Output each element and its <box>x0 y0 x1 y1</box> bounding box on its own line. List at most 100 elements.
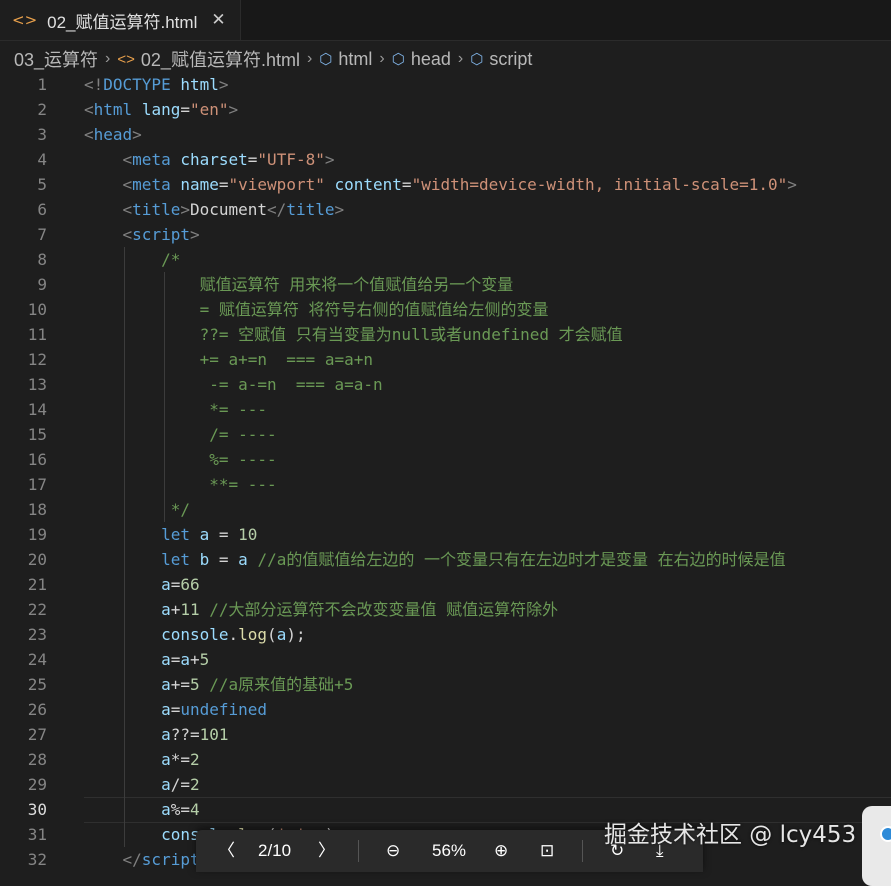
line-number: 16 <box>27 450 47 469</box>
line-content: a=66 <box>161 575 200 594</box>
chevron-right-icon: › <box>379 50 385 67</box>
breadcrumb: 03_运算符 › <> 02_赋值运算符.html › ⬡ html › ⬡ h… <box>0 44 891 74</box>
line-content: a/=2 <box>161 775 200 794</box>
line-content: -= a-=n === a=a-n <box>84 375 383 394</box>
line-number: 21 <box>27 575 47 594</box>
line-content: a+11 //大部分运算符不会改变变量值 赋值运算符除外 <box>161 600 559 619</box>
editor-tab[interactable]: <> 02_赋值运算符.html ✕ <box>0 0 241 40</box>
line-number: 31 <box>27 825 47 844</box>
chevron-right-icon[interactable]: 〉 <box>318 830 335 872</box>
line-number: 18 <box>27 500 47 519</box>
code-line[interactable]: 9 赋值运算符 用来将一个值赋值给另一个变量 <box>0 272 891 297</box>
line-number: 15 <box>27 425 47 444</box>
breadcrumb-item-html[interactable]: html <box>338 49 372 70</box>
line-content: a%=4 <box>161 800 200 819</box>
chevron-left-icon[interactable]: 〈 <box>218 830 235 872</box>
code-line[interactable]: 15 /= ---- <box>0 422 891 447</box>
code-line[interactable]: 21 a=66 <box>0 572 891 597</box>
code-line[interactable]: 24 a=a+5 <box>0 647 891 672</box>
line-content: += a+=n === a=a+n <box>84 350 373 369</box>
code-line[interactable]: 18 */ <box>0 497 891 522</box>
line-content: <head> <box>84 125 142 144</box>
line-number: 24 <box>27 650 47 669</box>
line-number: 6 <box>37 200 47 219</box>
code-line[interactable]: 10 = 赋值运算符 将符号右侧的值赋值给左侧的变量 <box>0 297 891 322</box>
line-content: a=a+5 <box>161 650 210 669</box>
line-number: 1 <box>37 75 47 94</box>
line-content: *= --- <box>84 400 268 419</box>
code-line[interactable]: 11 ??= 空赋值 只有当变量为null或者undefined 才会赋值 <box>0 322 891 347</box>
line-number: 29 <box>27 775 47 794</box>
indent-guide <box>164 272 165 522</box>
code-line[interactable]: 19 let a = 10 <box>0 522 891 547</box>
code-line[interactable]: 16 %= ---- <box>0 447 891 472</box>
line-number: 2 <box>37 100 47 119</box>
breadcrumb-item-head[interactable]: head <box>411 49 451 70</box>
code-line[interactable]: 2 <html lang="en"> <box>0 97 891 122</box>
page-indicator: 2/10 <box>258 841 292 860</box>
code-line[interactable]: 3 <head> <box>0 122 891 147</box>
code-line[interactable]: 1 <!DOCTYPE html> <box>0 72 891 97</box>
line-number: 14 <box>27 400 47 419</box>
code-line[interactable]: 5 <meta name="viewport" content="width=d… <box>0 172 891 197</box>
chevron-right-icon: › <box>457 50 464 67</box>
line-number: 13 <box>27 375 47 394</box>
tab-filename: 02_赋值运算符.html <box>47 12 198 32</box>
code-line[interactable]: 29 a/=2 <box>0 772 891 797</box>
breadcrumb-item-script[interactable]: script <box>489 49 532 70</box>
breadcrumb-item-folder[interactable]: 03_运算符 <box>14 46 98 72</box>
line-content: <meta charset="UTF-8"> <box>122 150 335 169</box>
code-line[interactable]: 13 -= a-=n === a=a-n <box>0 372 891 397</box>
cube-icon: ⬡ <box>319 51 333 68</box>
chevron-right-icon: › <box>105 50 111 67</box>
code-line[interactable]: 22 a+11 //大部分运算符不会改变变量值 赋值运算符除外 <box>0 597 891 622</box>
line-number: 11 <box>27 325 47 344</box>
code-line[interactable]: 4 <meta charset="UTF-8"> <box>0 147 891 172</box>
line-number: 25 <box>27 675 47 694</box>
code-line[interactable]: 25 a+=5 //a原来值的基础+5 <box>0 672 891 697</box>
code-line[interactable]: 28 a*=2 <box>0 747 891 772</box>
toolbar-divider <box>358 840 359 862</box>
code-line[interactable]: 14 *= --- <box>0 397 891 422</box>
line-number: 27 <box>27 725 47 744</box>
line-number: 7 <box>37 225 47 244</box>
line-number: 32 <box>27 850 47 869</box>
line-content: a=undefined <box>161 700 268 719</box>
line-content: 赋值运算符 用来将一个值赋值给另一个变量 <box>84 275 514 294</box>
line-number: 9 <box>37 275 47 294</box>
code-line[interactable]: 8 /* <box>0 247 891 272</box>
fit-page-icon[interactable]: ⊡ <box>540 830 554 872</box>
line-number: 28 <box>27 750 47 769</box>
line-content: <meta name="viewport" content="width=dev… <box>122 175 797 194</box>
line-number: 3 <box>37 125 47 144</box>
code-line[interactable]: 7 <script> <box>0 222 891 247</box>
code-line[interactable]: 6 <title>Document</title> <box>0 197 891 222</box>
line-content: <html lang="en"> <box>84 100 239 119</box>
code-line[interactable]: 26 a=undefined <box>0 697 891 722</box>
line-content: <!DOCTYPE html> <box>84 75 229 94</box>
code-line[interactable]: 27 a??=101 <box>0 722 891 747</box>
close-icon[interactable]: ✕ <box>211 10 225 30</box>
zoom-level: 56% <box>432 841 467 860</box>
line-content: let b = a //a的值赋值给左边的 一个变量只有在左边时才是变量 在右边… <box>161 550 786 569</box>
line-number: 5 <box>37 175 47 194</box>
cube-icon: ⬡ <box>391 51 405 68</box>
line-number: 4 <box>37 150 47 169</box>
assistant-icon <box>880 826 891 842</box>
breadcrumb-item-file[interactable]: 02_赋值运算符.html <box>141 46 300 72</box>
line-number: 17 <box>27 475 47 494</box>
zoom-out-icon[interactable]: ⊖ <box>386 830 400 872</box>
line-number: 20 <box>27 550 47 569</box>
floating-widget[interactable] <box>862 806 891 886</box>
code-line[interactable]: 17 **= --- <box>0 472 891 497</box>
code-line[interactable]: 20 let b = a //a的值赋值给左边的 一个变量只有在左边时才是变量 … <box>0 547 891 572</box>
code-line[interactable]: 12 += a+=n === a=a+n <box>0 347 891 372</box>
line-number: 23 <box>27 625 47 644</box>
line-content: let a = 10 <box>161 525 258 544</box>
toolbar-divider <box>582 840 583 862</box>
zoom-in-icon[interactable]: ⊕ <box>494 830 508 872</box>
code-line[interactable]: 23 console.log(a); <box>0 622 891 647</box>
line-content: console.log(a); <box>161 625 306 644</box>
line-content: **= --- <box>84 475 277 494</box>
line-number: 10 <box>27 300 47 319</box>
